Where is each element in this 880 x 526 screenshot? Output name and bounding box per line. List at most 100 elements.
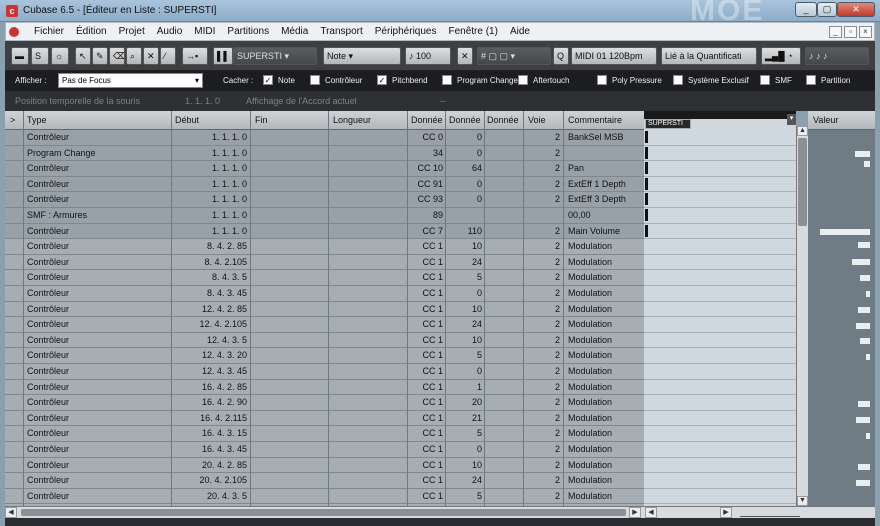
cell-donnee-2[interactable]: 10 <box>449 241 482 251</box>
event-bar-row[interactable] <box>644 473 796 489</box>
cell-commentaire[interactable]: Main Volume <box>568 226 643 236</box>
event-bar-row[interactable] <box>644 364 796 380</box>
cell-donnee-2[interactable]: 64 <box>449 163 482 173</box>
cell-type[interactable]: Program Change <box>27 148 167 158</box>
table-row[interactable]: Contrôleur 16. 4. 2. 90 CC 1 20 2 Modulation <box>5 395 644 411</box>
cell-donnee-2[interactable]: 20 <box>449 397 482 407</box>
cell-type[interactable]: Contrôleur <box>27 272 167 282</box>
cell-debut[interactable]: 12. 4. 3. 5 <box>175 335 247 345</box>
chevron-down-icon[interactable]: ▾ <box>787 114 796 125</box>
cell-debut[interactable]: 12. 4. 2.105 <box>175 319 247 329</box>
cell-voie[interactable]: 2 <box>525 163 560 173</box>
cell-type[interactable]: Contrôleur <box>27 444 167 454</box>
table-row[interactable]: Contrôleur 1. 1. 1. 0 CC 0 0 2 BankSel MSB <box>5 130 644 146</box>
cell-donnee-1[interactable]: CC 1 <box>411 475 443 485</box>
cell-commentaire[interactable]: Modulation <box>568 319 643 329</box>
cell-commentaire[interactable]: Modulation <box>568 397 643 407</box>
solo-icon[interactable]: S <box>31 47 49 65</box>
table-row[interactable]: Contrôleur 1. 1. 1. 0 CC 7 110 2 Main Volume <box>5 223 644 240</box>
cell-donnee-1[interactable]: CC 1 <box>411 335 443 345</box>
eraser-tool-icon[interactable]: ⌫ <box>109 47 125 65</box>
doc-close-button[interactable]: × <box>859 26 872 38</box>
cell-voie[interactable]: 2 <box>525 179 560 189</box>
scroll-thumb[interactable] <box>798 138 807 226</box>
cell-debut[interactable]: 16. 4. 2. 85 <box>175 382 247 392</box>
table-row[interactable]: Contrôleur 16. 4. 3. 45 CC 1 0 2 Modulation <box>5 442 644 458</box>
cell-debut[interactable]: 8. 4. 2.105 <box>175 257 247 267</box>
cell-donnee-1[interactable]: CC 1 <box>411 272 443 282</box>
event-marker[interactable] <box>645 146 648 159</box>
cell-debut[interactable]: 1. 1. 1. 0 <box>175 226 247 236</box>
cell-voie[interactable]: 2 <box>525 366 560 376</box>
zoom-slider[interactable] <box>740 508 800 517</box>
cell-debut[interactable]: 8. 4. 3. 5 <box>175 272 247 282</box>
cell-donnee-1[interactable]: CC 1 <box>411 366 443 376</box>
cell-debut[interactable]: 1. 1. 1. 0 <box>175 132 247 142</box>
menu-item-3[interactable]: Audio <box>151 23 189 42</box>
event-bar-row[interactable] <box>644 130 796 146</box>
table-row[interactable]: Contrôleur 20. 4. 3. 5 CC 1 5 2 Modulation <box>5 488 644 505</box>
cell-donnee-1[interactable]: CC 1 <box>411 428 443 438</box>
cell-voie[interactable]: 2 <box>525 241 560 251</box>
cell-type[interactable]: Contrôleur <box>27 335 167 345</box>
event-bar-row[interactable] <box>644 348 796 364</box>
cell-debut[interactable]: 16. 4. 2.115 <box>175 413 247 423</box>
cell-commentaire[interactable]: Modulation <box>568 257 643 267</box>
expand-arrow-icon[interactable]: > <box>10 115 15 125</box>
table-row[interactable]: Contrôleur 1. 1. 1. 0 CC 93 0 2 ExtEff 3 Dept… <box>5 192 644 208</box>
cell-donnee-1[interactable]: 89 <box>411 210 443 220</box>
cell-debut[interactable]: 20. 4. 2. 85 <box>175 460 247 470</box>
table-row[interactable]: Contrôleur 16. 4. 2. 85 CC 1 1 2 Modulation <box>5 379 644 396</box>
pointer-tool-icon[interactable]: ↖ <box>75 47 91 65</box>
cell-donnee-1[interactable]: CC 1 <box>411 460 443 470</box>
event-marker[interactable] <box>645 209 648 221</box>
menu-item-7[interactable]: Transport <box>314 23 368 42</box>
cell-commentaire[interactable]: BankSel MSB <box>568 132 643 142</box>
cell-type[interactable]: Contrôleur <box>27 460 167 470</box>
scroll-down-icon[interactable]: ▼ <box>797 496 808 506</box>
table-row[interactable]: Contrôleur 1. 1. 1. 0 CC 91 0 2 ExtEff 1 Dept… <box>5 176 644 193</box>
cell-commentaire[interactable]: Modulation <box>568 366 643 376</box>
cell-voie[interactable]: 2 <box>525 272 560 282</box>
event-bar-row[interactable] <box>644 395 796 411</box>
cell-donnee-2[interactable]: 10 <box>449 304 482 314</box>
cell-commentaire[interactable]: Pan <box>568 163 643 173</box>
menu-item-2[interactable]: Projet <box>113 23 151 42</box>
event-bar-row[interactable] <box>644 333 796 349</box>
cell-donnee-1[interactable]: CC 1 <box>411 257 443 267</box>
cell-type[interactable]: Contrôleur <box>27 491 167 501</box>
cell-debut[interactable]: 1. 1. 1. 0 <box>175 210 247 220</box>
app-menu-icon[interactable] <box>9 27 19 37</box>
cell-type[interactable]: Contrôleur <box>27 428 167 438</box>
table-row[interactable]: Contrôleur 16. 4. 2.115 CC 1 21 2 Modulation <box>5 410 644 427</box>
cell-debut[interactable]: 1. 1. 1. 0 <box>175 148 247 158</box>
menu-item-0[interactable]: Fichier <box>28 23 70 42</box>
cell-donnee-2[interactable]: 5 <box>449 428 482 438</box>
eyedropper-tool-icon[interactable]: ⁄ <box>160 47 176 65</box>
event-bar-row[interactable] <box>644 192 796 208</box>
cell-donnee-2[interactable]: 0 <box>449 148 482 158</box>
cell-type[interactable]: Contrôleur <box>27 257 167 267</box>
cell-voie[interactable]: 2 <box>525 491 560 501</box>
cell-commentaire[interactable]: Modulation <box>568 272 643 282</box>
cell-voie[interactable]: 2 <box>525 335 560 345</box>
cell-debut[interactable]: 20. 4. 3. 5 <box>175 491 247 501</box>
cell-donnee-2[interactable]: 10 <box>449 335 482 345</box>
restore-button[interactable]: ▢ <box>817 2 837 17</box>
vertical-scrollbar[interactable]: ▲ ▼ <box>796 126 808 506</box>
menu-item-10[interactable]: Aide <box>504 23 536 42</box>
cell-donnee-2[interactable]: 10 <box>449 460 482 470</box>
cell-voie[interactable]: 2 <box>525 460 560 470</box>
cell-type[interactable]: Contrôleur <box>27 397 167 407</box>
cell-donnee-2[interactable]: 24 <box>449 319 482 329</box>
cell-type[interactable]: Contrôleur <box>27 194 167 204</box>
event-marker[interactable] <box>645 131 648 143</box>
color-icon[interactable]: ▌▌ <box>213 47 233 65</box>
cell-type[interactable]: Contrôleur <box>27 179 167 189</box>
cell-voie[interactable]: 2 <box>525 226 560 236</box>
cell-type[interactable]: Contrôleur <box>27 163 167 173</box>
grid-icons[interactable]: # ▢ ▢ ▾ <box>477 47 551 65</box>
menu-item-4[interactable]: MIDI <box>188 23 221 42</box>
velocity-field[interactable]: ♪ 100 <box>405 47 451 65</box>
filter-checkbox-4[interactable] <box>518 75 528 85</box>
